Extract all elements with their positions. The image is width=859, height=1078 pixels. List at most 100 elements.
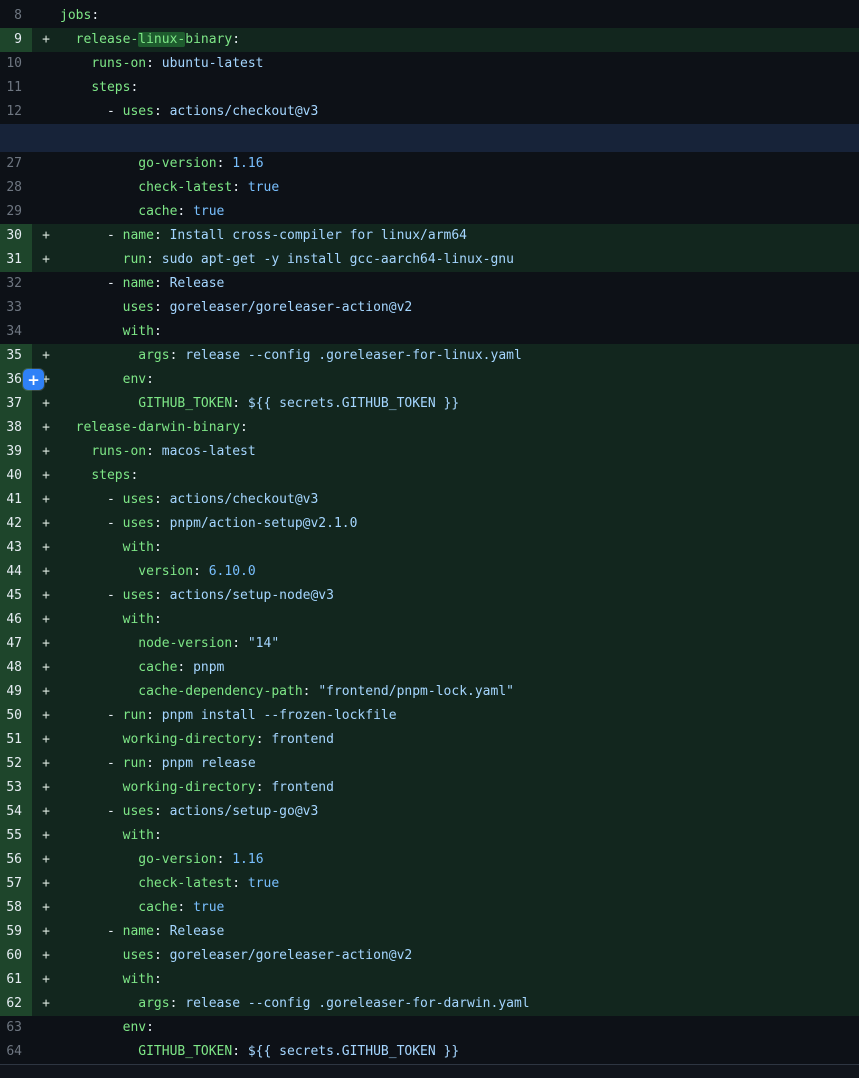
- diff-line: 29 cache: true: [0, 200, 859, 224]
- diff-marker: [32, 152, 60, 176]
- diff-rows: 8jobs:9+ release-linux-binary:10 runs-on…: [0, 0, 859, 1064]
- diff-line: 46+ with:: [0, 608, 859, 632]
- code-line: run: sudo apt-get -y install gcc-aarch64…: [60, 248, 514, 272]
- diff-marker: +: [32, 944, 60, 968]
- diff-marker: +: [32, 920, 60, 944]
- line-number[interactable]: 45: [0, 584, 32, 608]
- line-number[interactable]: 61: [0, 968, 32, 992]
- code-line: with:: [60, 824, 162, 848]
- line-number[interactable]: 35: [0, 344, 32, 368]
- line-number[interactable]: 48: [0, 656, 32, 680]
- line-number[interactable]: 29: [0, 200, 32, 224]
- code-line: cache: true: [60, 896, 224, 920]
- code-line: - uses: actions/checkout@v3: [60, 100, 318, 124]
- line-number[interactable]: 54: [0, 800, 32, 824]
- diff-line: 63 env:: [0, 1016, 859, 1040]
- diff-marker: [32, 100, 60, 124]
- line-number[interactable]: 27: [0, 152, 32, 176]
- line-number[interactable]: 31: [0, 248, 32, 272]
- diff-line: 44+ version: 6.10.0: [0, 560, 859, 584]
- diff-line: 57+ check-latest: true: [0, 872, 859, 896]
- code-line: GITHUB_TOKEN: ${{ secrets.GITHUB_TOKEN }…: [60, 1040, 459, 1064]
- diff-line: 10 runs-on: ubuntu-latest: [0, 52, 859, 76]
- diff-view: 8jobs:9+ release-linux-binary:10 runs-on…: [0, 0, 859, 1078]
- diff-line: 27 go-version: 1.16: [0, 152, 859, 176]
- code-line: - uses: actions/setup-go@v3: [60, 800, 318, 824]
- line-number[interactable]: 43: [0, 536, 32, 560]
- diff-marker: +: [32, 392, 60, 416]
- code-line: - name: Release: [60, 920, 224, 944]
- line-number[interactable]: 44: [0, 560, 32, 584]
- diff-line: 50+ - run: pnpm install --frozen-lockfil…: [0, 704, 859, 728]
- line-number[interactable]: 8: [0, 4, 32, 28]
- line-number[interactable]: 56: [0, 848, 32, 872]
- diff-line: 53+ working-directory: frontend: [0, 776, 859, 800]
- diff-line: 33 uses: goreleaser/goreleaser-action@v2: [0, 296, 859, 320]
- diff-marker: [32, 76, 60, 100]
- diff-marker: [32, 4, 60, 28]
- add-comment-button[interactable]: +: [23, 369, 44, 390]
- diff-marker: [32, 296, 60, 320]
- line-number[interactable]: 38: [0, 416, 32, 440]
- line-number[interactable]: 55: [0, 824, 32, 848]
- diff-line: 48+ cache: pnpm: [0, 656, 859, 680]
- line-number[interactable]: 52: [0, 752, 32, 776]
- line-number[interactable]: 63: [0, 1016, 32, 1040]
- line-number[interactable]: 9: [0, 28, 32, 52]
- code-line: GITHUB_TOKEN: ${{ secrets.GITHUB_TOKEN }…: [60, 392, 459, 416]
- code-line: go-version: 1.16: [60, 152, 264, 176]
- diff-line: 41+ - uses: actions/checkout@v3: [0, 488, 859, 512]
- diff-line: 51+ working-directory: frontend: [0, 728, 859, 752]
- line-number[interactable]: 59: [0, 920, 32, 944]
- code-line: - uses: pnpm/action-setup@v2.1.0: [60, 512, 357, 536]
- line-number[interactable]: 34: [0, 320, 32, 344]
- line-number[interactable]: 58: [0, 896, 32, 920]
- line-number[interactable]: 41: [0, 488, 32, 512]
- line-number[interactable]: 64: [0, 1040, 32, 1064]
- line-number[interactable]: 47: [0, 632, 32, 656]
- line-number[interactable]: 49: [0, 680, 32, 704]
- line-number[interactable]: 32: [0, 272, 32, 296]
- line-number[interactable]: 11: [0, 76, 32, 100]
- diff-marker: +: [32, 248, 60, 272]
- diff-line: 31+ run: sudo apt-get -y install gcc-aar…: [0, 248, 859, 272]
- line-number[interactable]: 60: [0, 944, 32, 968]
- line-number[interactable]: 51: [0, 728, 32, 752]
- line-number[interactable]: 40: [0, 464, 32, 488]
- expand-hunk-row[interactable]: [0, 124, 859, 152]
- line-number[interactable]: 37: [0, 392, 32, 416]
- line-number[interactable]: 28: [0, 176, 32, 200]
- code-line: go-version: 1.16: [60, 848, 264, 872]
- diff-marker: +: [32, 656, 60, 680]
- diff-line: 37+ GITHUB_TOKEN: ${{ secrets.GITHUB_TOK…: [0, 392, 859, 416]
- diff-line: 43+ with:: [0, 536, 859, 560]
- code-line: release-darwin-binary:: [60, 416, 248, 440]
- code-line: working-directory: frontend: [60, 776, 334, 800]
- line-number[interactable]: 30: [0, 224, 32, 248]
- diff-marker: +: [32, 224, 60, 248]
- diff-line: 32 - name: Release: [0, 272, 859, 296]
- line-number[interactable]: 10: [0, 52, 32, 76]
- line-number[interactable]: 39: [0, 440, 32, 464]
- diff-line: 12 - uses: actions/checkout@v3: [0, 100, 859, 124]
- diff-line: 35+ args: release --config .goreleaser-f…: [0, 344, 859, 368]
- diff-marker: +: [32, 632, 60, 656]
- diff-marker: +: [32, 440, 60, 464]
- code-line: - uses: actions/checkout@v3: [60, 488, 318, 512]
- line-number[interactable]: 42: [0, 512, 32, 536]
- diff-line: 9+ release-linux-binary:: [0, 28, 859, 52]
- code-line: runs-on: macos-latest: [60, 440, 256, 464]
- diff-line: 28 check-latest: true: [0, 176, 859, 200]
- line-number[interactable]: 57: [0, 872, 32, 896]
- line-number[interactable]: 46: [0, 608, 32, 632]
- code-line: uses: goreleaser/goreleaser-action@v2: [60, 296, 412, 320]
- line-number[interactable]: 53: [0, 776, 32, 800]
- line-number[interactable]: 33: [0, 296, 32, 320]
- code-line: node-version: "14": [60, 632, 279, 656]
- line-number[interactable]: 12: [0, 100, 32, 124]
- diff-marker: [32, 52, 60, 76]
- line-number[interactable]: 50: [0, 704, 32, 728]
- diff-marker: +: [32, 680, 60, 704]
- line-number[interactable]: 62: [0, 992, 32, 1016]
- code-line: release-linux-binary:: [60, 28, 240, 52]
